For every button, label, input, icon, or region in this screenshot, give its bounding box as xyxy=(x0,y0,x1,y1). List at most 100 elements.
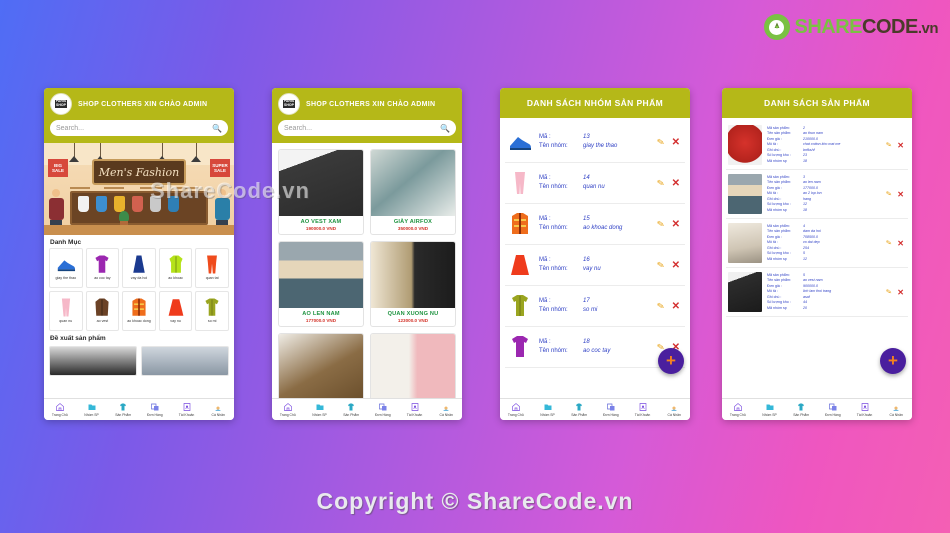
pencil-icon[interactable]: ✎ xyxy=(656,300,665,312)
nav-item-trang-chủ[interactable]: Trang Chủ xyxy=(44,402,76,417)
nav-item-nhóm-sp[interactable]: Nhóm SP xyxy=(754,402,786,417)
field-label: Mã : xyxy=(539,216,551,222)
nav-item-label: Nhóm SP xyxy=(312,413,327,417)
nav-item-trang-chủ[interactable]: Trang Chủ xyxy=(500,402,532,417)
category-cell[interactable]: ao khoac dong xyxy=(122,291,156,331)
group-list-item[interactable]: Mã :14 Tên nhóm: quan nu ✎ ✕ xyxy=(505,163,685,204)
group-list-item[interactable]: Mã :16 Tên nhóm: vay nu ✎ ✕ xyxy=(505,245,685,286)
nav-item-nhóm-sp[interactable]: Nhóm SP xyxy=(304,402,336,417)
close-x-icon[interactable]: ✕ xyxy=(897,190,904,199)
field-value: ao coc tay xyxy=(583,348,611,354)
search-placeholder: Search... xyxy=(284,124,313,132)
close-x-icon[interactable]: ✕ xyxy=(897,239,904,248)
close-x-icon[interactable]: ✕ xyxy=(672,301,680,312)
close-x-icon[interactable]: ✕ xyxy=(897,141,904,150)
pencil-icon[interactable]: ✎ xyxy=(886,239,893,248)
nav-item-nhóm-sp[interactable]: Nhóm SP xyxy=(76,402,108,417)
nav-item-label: Cá Nhân xyxy=(667,413,681,417)
field-label: Tên nhóm: xyxy=(539,225,568,231)
nav-item-đơn-hàng[interactable]: Đơn Hàng xyxy=(139,402,171,417)
product-grid-body: AO VEST XAM 190000.0 VND GIÀY AIRFOX 350000… xyxy=(272,143,462,398)
category-cell[interactable]: giay the thao xyxy=(49,248,83,288)
pencil-icon[interactable]: ✎ xyxy=(656,177,665,189)
suggested-products xyxy=(44,344,234,376)
product-card[interactable] xyxy=(278,333,364,398)
category-cell[interactable]: quan tat xyxy=(195,248,229,288)
bottom-navigation[interactable]: Trang Chủ Nhóm SP Sản Phẩm Đơn Hàng Tài Khoả… xyxy=(272,398,462,420)
nav-item-tài-khoản[interactable]: Tài Khoản xyxy=(627,402,659,417)
product-card[interactable]: AO VEST XAM 190000.0 VND xyxy=(278,149,364,235)
avatar-icon xyxy=(213,402,223,412)
pencil-icon[interactable]: ✎ xyxy=(886,141,893,150)
suggested-card[interactable] xyxy=(141,346,229,376)
category-cell[interactable]: so mi xyxy=(195,291,229,331)
category-cell[interactable]: ao vest xyxy=(85,291,120,331)
product-card[interactable]: QUAN XUONG NU 123000.0 VND xyxy=(370,241,456,327)
product-thumbnail xyxy=(728,272,762,312)
product-list-item[interactable]: Mã sản phẩm: 5 Tên sản phẩm: ao vest nam Đơn… xyxy=(726,268,908,317)
product-card[interactable]: GIÀY AIRFOX 350000.0 VND xyxy=(370,149,456,235)
product-info: Mã sản phẩm: 3 Tên sản phẩm: ao len nam Đơn … xyxy=(767,175,881,213)
close-x-icon[interactable]: ✕ xyxy=(897,288,904,297)
orders-icon xyxy=(378,402,388,412)
pencil-icon[interactable]: ✎ xyxy=(656,259,665,271)
nav-item-trang-chủ[interactable]: Trang Chủ xyxy=(722,402,754,417)
product-list-item[interactable]: Mã sản phẩm: 2 Tên sản phẩm: ao thun nam Đơn… xyxy=(726,121,908,170)
nav-item-cá-nhân[interactable]: Cá Nhân xyxy=(202,402,234,417)
nav-item-label: Trang Chủ xyxy=(279,413,296,417)
bottom-navigation[interactable]: Trang Chủ Nhóm SP Sản Phẩm Đơn Hàng Tài Khoả… xyxy=(722,398,912,420)
add-product-fab[interactable]: + xyxy=(880,348,906,374)
category-cell[interactable]: vay da hoi xyxy=(122,248,156,288)
group-info: Mã : 16 Tên nhóm: vay nu xyxy=(539,256,651,274)
product-list-body: Mã sản phẩm: 2 Tên sản phẩm: ao thun nam Đơn… xyxy=(722,118,912,398)
suggested-card[interactable] xyxy=(49,346,137,376)
nav-item-nhóm-sp[interactable]: Nhóm SP xyxy=(532,402,564,417)
nav-item-sản-phẩm[interactable]: Sản Phẩm xyxy=(107,402,139,417)
close-x-icon[interactable]: ✕ xyxy=(672,178,680,189)
close-x-icon[interactable]: ✕ xyxy=(672,219,680,230)
product-card[interactable] xyxy=(370,333,456,398)
nav-item-sản-phẩm[interactable]: Sản Phẩm xyxy=(563,402,595,417)
category-cell[interactable]: ao khoac xyxy=(158,248,193,288)
search-input[interactable]: Search... 🔍 xyxy=(278,120,456,136)
group-list-item[interactable]: Mã :13 Tên nhóm: giay the thao ✎ ✕ xyxy=(505,122,685,163)
group-list-item[interactable]: Mã :15 Tên nhóm: ao khoac dong ✎ ✕ xyxy=(505,204,685,245)
nav-item-đơn-hàng[interactable]: Đơn Hàng xyxy=(817,402,849,417)
pencil-icon[interactable]: ✎ xyxy=(886,190,893,199)
category-cell[interactable]: ao coc tay xyxy=(85,248,120,288)
brand-share-text: SHARE xyxy=(794,16,863,38)
group-list-item[interactable]: Mã :17 Tên nhóm: so mi ✎ ✕ xyxy=(505,286,685,327)
nav-item-cá-nhân[interactable]: Cá Nhân xyxy=(658,402,690,417)
nav-item-tài-khoản[interactable]: Tài Khoản xyxy=(849,402,881,417)
pencil-icon[interactable]: ✎ xyxy=(886,288,893,297)
product-card[interactable]: AO LEN NAM 177000.0 VND xyxy=(278,241,364,327)
search-input[interactable]: Search... 🔍 xyxy=(50,120,228,136)
search-icon[interactable]: 🔍 xyxy=(440,124,450,133)
close-x-icon[interactable]: ✕ xyxy=(672,137,680,148)
tshirt-icon xyxy=(92,252,112,276)
product-list-item[interactable]: Mã sản phẩm: 3 Tên sản phẩm: ao len nam Đơn … xyxy=(726,170,908,219)
search-icon[interactable]: 🔍 xyxy=(212,124,222,133)
nav-item-đơn-hàng[interactable]: Đơn Hàng xyxy=(367,402,399,417)
nav-item-đơn-hàng[interactable]: Đơn Hàng xyxy=(595,402,627,417)
product-image xyxy=(279,150,363,216)
nav-item-sản-phẩm[interactable]: Sản Phẩm xyxy=(335,402,367,417)
pencil-icon[interactable]: ✎ xyxy=(656,136,665,148)
field-label: Mã nhóm sp xyxy=(767,305,787,310)
category-cell[interactable]: quan nu xyxy=(49,291,83,331)
product-list-item[interactable]: Mã sản phẩm: 4 Tên sản phẩm: dam da hoi Đơn … xyxy=(726,219,908,268)
bottom-navigation[interactable]: Trang Chủ Nhóm SP Sản Phẩm Đơn Hàng Tài Khoả… xyxy=(500,398,690,420)
nav-item-cá-nhân[interactable]: Cá Nhân xyxy=(430,402,462,417)
close-x-icon[interactable]: ✕ xyxy=(672,260,680,271)
folder-icon xyxy=(315,402,325,412)
bottom-navigation[interactable]: Trang Chủ Nhóm SP Sản Phẩm Đơn Hàng Tài Khoả… xyxy=(44,398,234,420)
avatar-icon xyxy=(669,402,679,412)
category-cell[interactable]: vay nu xyxy=(158,291,193,331)
nav-item-sản-phẩm[interactable]: Sản Phẩm xyxy=(785,402,817,417)
nav-item-cá-nhân[interactable]: Cá Nhân xyxy=(880,402,912,417)
nav-item-tài-khoản[interactable]: Tài Khoản xyxy=(171,402,203,417)
nav-item-trang-chủ[interactable]: Trang Chủ xyxy=(272,402,304,417)
add-group-fab[interactable]: + xyxy=(658,348,684,374)
pencil-icon[interactable]: ✎ xyxy=(656,218,665,230)
nav-item-tài-khoản[interactable]: Tài Khoản xyxy=(399,402,431,417)
